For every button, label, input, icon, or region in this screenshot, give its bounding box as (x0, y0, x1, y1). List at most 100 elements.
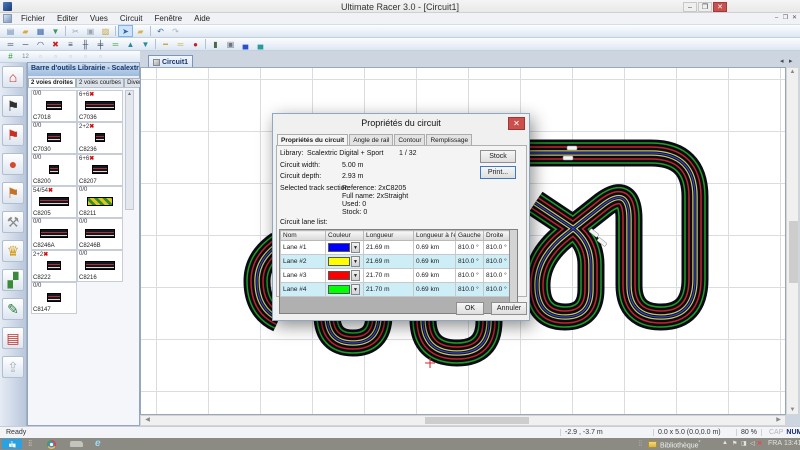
minimize-button[interactable]: – (683, 2, 697, 12)
chrome-icon[interactable] (47, 440, 56, 449)
cancel-button[interactable]: Annuler (491, 302, 527, 315)
measure-tool-icon[interactable]: ▫ (78, 51, 93, 63)
car-teal-icon[interactable]: ▄ (253, 38, 268, 50)
library-scrollbar[interactable]: ▲ (125, 90, 134, 210)
table-scrollbar[interactable] (509, 230, 517, 304)
open-folder-icon[interactable]: ▰ (18, 25, 33, 37)
import-icon[interactable]: ▼ (48, 25, 63, 37)
undo-icon[interactable]: ↶ (153, 25, 168, 37)
info-tool-icon[interactable]: ▫ (93, 51, 108, 63)
horizontal-scroll-thumb[interactable] (425, 417, 529, 424)
lane2-color-dropdown-icon[interactable]: ▼ (351, 256, 360, 267)
library-item[interactable]: 0/0C8246B (77, 218, 123, 250)
vertical-scrollbar[interactable]: ▲ ▼ (786, 67, 799, 415)
tab-2-voies-courbes[interactable]: 2 voies courbes (76, 78, 124, 87)
lane-row-3[interactable]: Lane #3 ▼ 21.70 m0.69 km810.0 °810.0 ° (281, 269, 512, 283)
straight-piece-icon[interactable]: ═ (3, 38, 18, 50)
lane-curve-icon[interactable]: ╫ (78, 38, 93, 50)
doc-tab-scroll-right-icon[interactable]: ▸ (789, 57, 793, 65)
lane-row-1[interactable]: Lane #1 ▼ 21.69 m0.69 km810.0 °810.0 ° (281, 241, 512, 255)
print-button[interactable]: Print... (480, 166, 516, 179)
library-item[interactable]: 0/0C8211 (77, 186, 123, 218)
menu-fenetre[interactable]: Fenêtre (149, 13, 189, 24)
crossing-icon[interactable]: ╪ (93, 38, 108, 50)
library-taskbar-button[interactable]: Bibliothèque° (660, 440, 701, 449)
select-cursor-icon[interactable]: ➤ (118, 25, 133, 37)
child-restore-button[interactable]: ❒ (781, 15, 790, 23)
banked-curve-icon[interactable]: ═ (173, 38, 188, 50)
lane-row-2[interactable]: Lane #2 ▼ 21.69 m0.69 km810.0 °810.0 ° (281, 255, 512, 269)
paste-icon[interactable]: ▨ (98, 25, 113, 37)
library-item[interactable]: 0/0C8200 (31, 154, 77, 186)
raise-track-icon[interactable]: ▲ (123, 38, 138, 50)
stats-icon[interactable]: ▞ (2, 269, 24, 291)
close-button[interactable]: ✕ (713, 2, 727, 12)
library-item[interactable]: 0/0C7018 (31, 90, 77, 122)
menu-aide[interactable]: Aide (188, 13, 216, 24)
menu-editer[interactable]: Editer (51, 13, 84, 24)
library-item[interactable]: 0/0C7030 (31, 122, 77, 154)
pinned-apps-icon[interactable]: ⣿ (28, 440, 33, 447)
garage-icon[interactable]: ⌂ (2, 66, 24, 88)
lane1-color-dropdown-icon[interactable]: ▼ (351, 242, 360, 253)
tray-flag-icon[interactable]: ⚑ (732, 440, 737, 447)
pit-car-icon[interactable]: ⚑ (2, 182, 24, 204)
stock-button[interactable]: Stock (480, 150, 516, 163)
save-icon[interactable]: ▦ (33, 25, 48, 37)
rotate-tool-icon[interactable]: ▫ (63, 51, 78, 63)
new-file-icon[interactable]: ▤ (3, 25, 18, 37)
library-item[interactable]: 6+6✖C8207 (77, 154, 123, 186)
zoom-tool-icon[interactable]: ▫ (33, 51, 48, 63)
camera-icon[interactable]: ▣ (223, 38, 238, 50)
cut-icon[interactable]: ✂ (68, 25, 83, 37)
library-item[interactable]: 0/0C8147 (31, 282, 77, 314)
helmet-icon[interactable]: ● (2, 153, 24, 175)
lane-row-4[interactable]: Lane #4 ▼ 21.70 m0.69 km810.0 °810.0 ° (281, 283, 512, 297)
draw-icon[interactable]: ✎ (2, 298, 24, 320)
library-item[interactable]: 6+6✖C7036 (77, 90, 123, 122)
horizontal-scrollbar[interactable]: ◀ ▶ (140, 415, 786, 426)
clock[interactable]: 13:41 (784, 440, 800, 447)
copy-icon[interactable]: ▣ (83, 25, 98, 37)
race-flags-icon[interactable]: ⚑ (2, 124, 24, 146)
lane4-color-dropdown-icon[interactable]: ▼ (351, 284, 360, 295)
redo-icon[interactable]: ↷ (168, 25, 183, 37)
delete-piece-icon[interactable]: ✖ (48, 38, 63, 50)
maximize-button[interactable]: ❒ (698, 2, 712, 12)
tray-volume-icon[interactable]: ◁ (750, 440, 755, 447)
tab-2-voies-droites[interactable]: 2 voies droites (28, 78, 76, 87)
child-close-button[interactable]: ✕ (790, 15, 799, 23)
show-hidden-icons[interactable]: ▲ (722, 440, 728, 446)
tray-muted-icon[interactable]: ✖ (757, 440, 762, 447)
pillar-icon[interactable]: ▮ (208, 38, 223, 50)
ok-button[interactable]: OK (456, 302, 484, 315)
curve-piece-icon[interactable]: ◠ (33, 38, 48, 50)
menu-vues[interactable]: Vues (84, 13, 114, 24)
pan-tool-icon[interactable]: ▫ (48, 51, 63, 63)
tools-icon[interactable]: ⚒ (2, 211, 24, 233)
tray-network-icon[interactable]: ◨ (741, 440, 747, 447)
dialog-close-icon[interactable]: ✕ (508, 117, 525, 130)
print-icon[interactable]: ▤ (2, 327, 24, 349)
library-item[interactable]: 2+2✖C8236 (77, 122, 123, 154)
intern-explorer-icon[interactable]: e (95, 438, 101, 449)
library-item[interactable]: 0/0C8216 (77, 250, 123, 282)
vertical-scroll-thumb[interactable] (789, 221, 798, 283)
lane-straight-icon[interactable]: ≡ (63, 38, 78, 50)
fill-icon[interactable]: ▰ (133, 25, 148, 37)
snap-grid-icon[interactable]: # (3, 51, 18, 63)
lower-track-icon[interactable]: ▼ (138, 38, 153, 50)
finish-flag-icon[interactable]: ⚑ (2, 95, 24, 117)
doc-tab-scroll-left-icon[interactable]: ◂ (780, 57, 784, 65)
green-straight-icon[interactable]: ═ (108, 38, 123, 50)
menu-circuit[interactable]: Circuit (114, 13, 149, 24)
library-item[interactable]: 0/0C8246A (31, 218, 77, 250)
child-minimize-button[interactable]: – (772, 15, 781, 23)
export-icon[interactable]: ⇪ (2, 356, 24, 378)
start-button[interactable] (2, 439, 22, 449)
car-blue-icon[interactable]: ▄ (238, 38, 253, 50)
lane3-color-dropdown-icon[interactable]: ▼ (351, 270, 360, 281)
half-straight-icon[interactable]: ─ (18, 38, 33, 50)
library-folder-icon[interactable] (648, 441, 657, 448)
stop-piece-icon[interactable]: ● (188, 38, 203, 50)
